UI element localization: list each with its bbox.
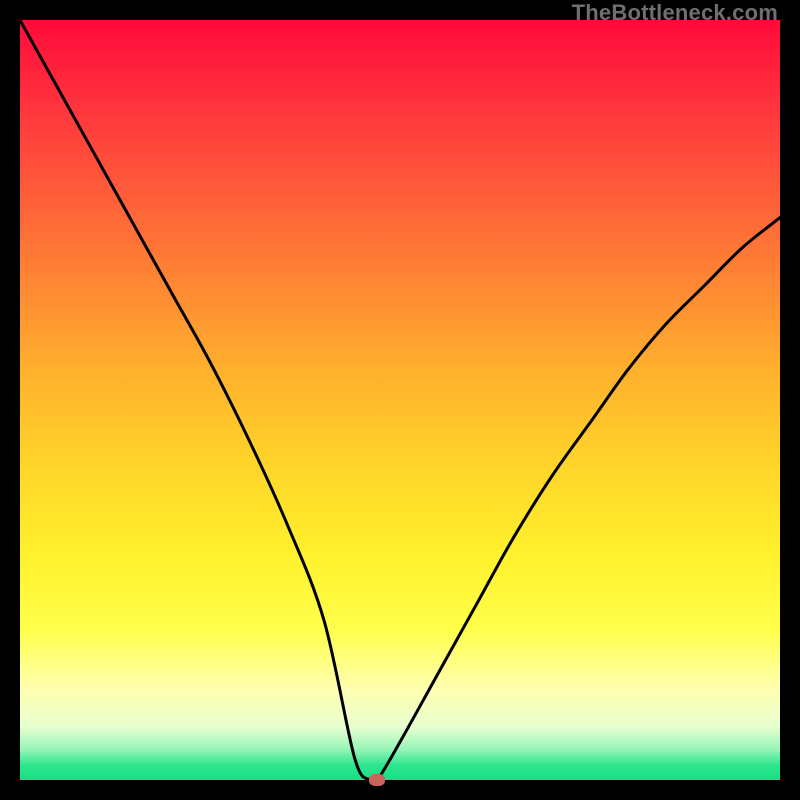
chart-frame: TheBottleneck.com <box>0 0 800 800</box>
bottleneck-curve <box>20 20 780 780</box>
minimum-marker-icon <box>369 774 385 786</box>
chart-plot-area <box>20 20 780 780</box>
